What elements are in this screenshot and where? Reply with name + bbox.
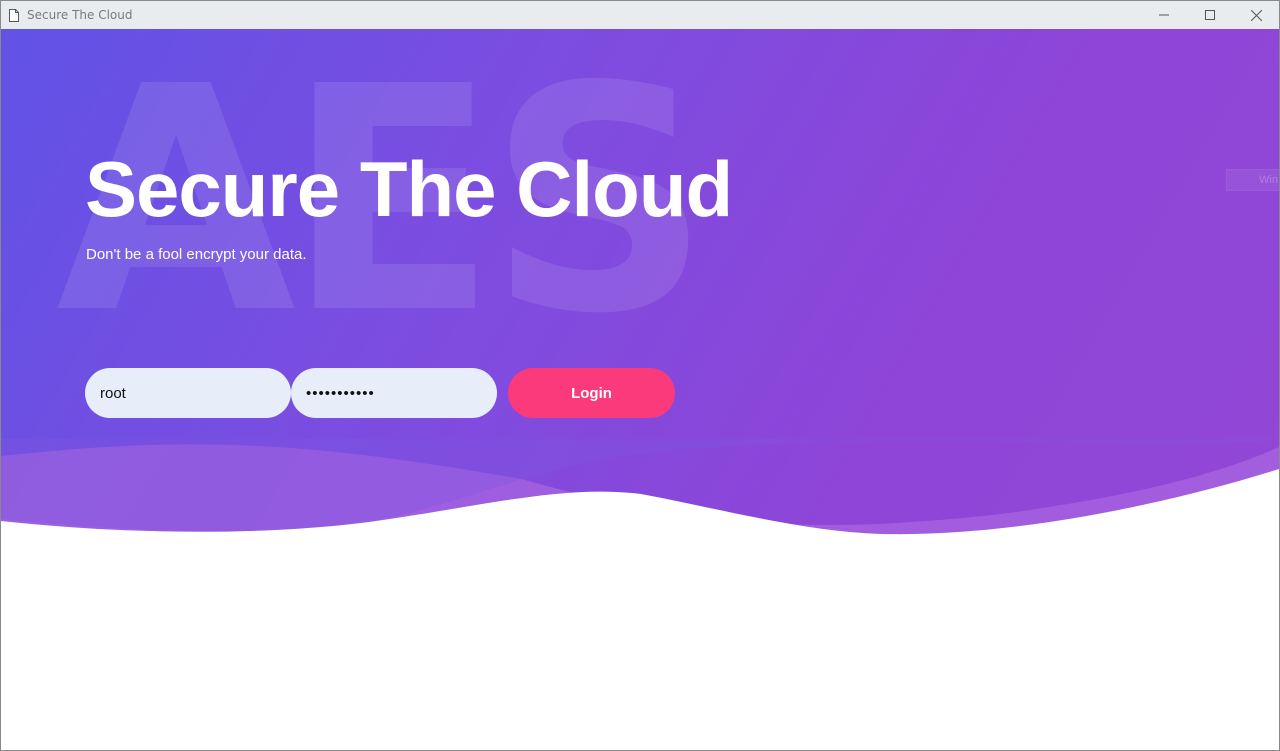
hero-section: AES Win Secure The Cloud Don't be a fool… xyxy=(1,29,1279,569)
password-input[interactable] xyxy=(291,368,497,418)
app-window: Secure The Cloud AES Win Secure The Clou… xyxy=(0,0,1280,751)
window-controls xyxy=(1141,1,1279,29)
page-subtitle: Don't be a fool encrypt your data. xyxy=(86,246,307,263)
ghost-overlay: Win xyxy=(1226,169,1279,191)
maximize-icon xyxy=(1205,10,1215,20)
close-icon xyxy=(1250,9,1262,21)
document-icon xyxy=(9,8,19,22)
wave-decoration xyxy=(1,439,1279,569)
username-input[interactable] xyxy=(85,368,291,418)
maximize-button[interactable] xyxy=(1187,1,1233,29)
minimize-icon xyxy=(1159,14,1169,16)
close-button[interactable] xyxy=(1233,1,1279,29)
window-title: Secure The Cloud xyxy=(27,8,133,22)
title-bar: Secure The Cloud xyxy=(1,1,1279,29)
content-area xyxy=(1,569,1279,750)
login-button[interactable]: Login xyxy=(508,368,675,418)
page-title: Secure The Cloud xyxy=(85,145,733,233)
minimize-button[interactable] xyxy=(1141,1,1187,29)
